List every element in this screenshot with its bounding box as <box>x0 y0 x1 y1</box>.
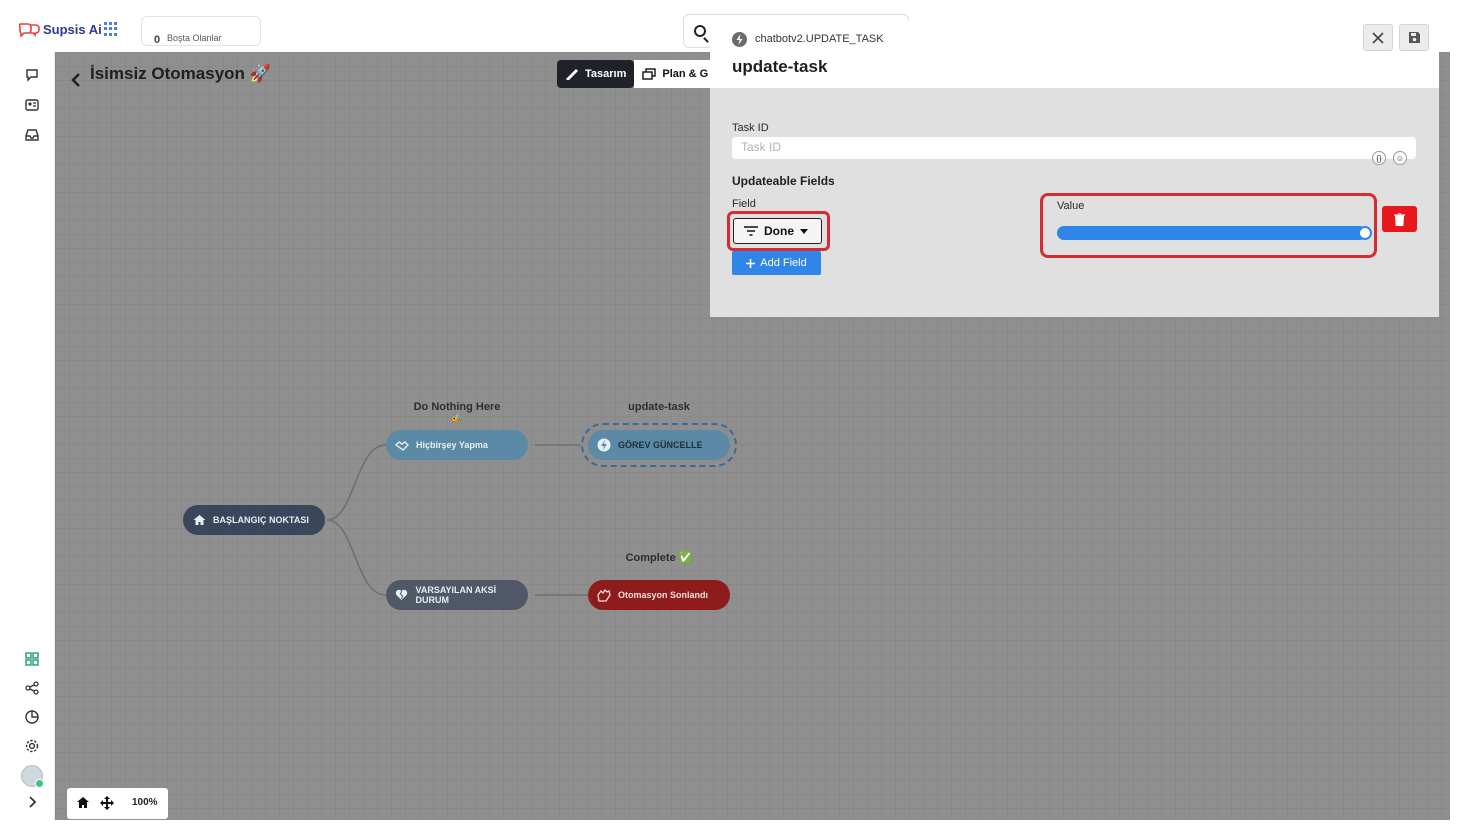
broken-heart-icon <box>395 588 409 602</box>
node-end[interactable]: Otomasyon Sonlandı <box>588 580 730 610</box>
trash-icon <box>1394 212 1405 226</box>
bolt-type-icon <box>732 32 747 47</box>
task-id-label: Task ID <box>732 122 769 134</box>
node-type: chatbotv2.UPDATE_TASK <box>755 33 884 45</box>
brand-logo[interactable]: Supsis Ai <box>18 21 102 38</box>
field-label: Field <box>732 198 756 210</box>
search-icon <box>694 25 706 37</box>
home-icon <box>192 513 206 527</box>
idle-agents-widget[interactable]: 0 Boşta Olanlar <box>141 16 261 46</box>
app-window: Supsis Ai 0 Boşta Olanlar İsimsiz Otomas… <box>10 10 1450 820</box>
node-start-label: BAŞLANGIÇ NOKTASI <box>213 515 309 525</box>
reports-icon[interactable] <box>23 708 41 726</box>
task-id-input[interactable] <box>732 137 1416 159</box>
save-button[interactable] <box>1399 24 1429 51</box>
value-label: Value <box>1057 200 1085 212</box>
node-settings-panel: chatbotv2.UPDATE_TASK update-task Task I… <box>710 20 1439 317</box>
node-default-else[interactable]: VARSAYILAN AKSİ DURUM <box>386 580 528 610</box>
inbox-icon[interactable] <box>23 126 41 144</box>
waving-hand-icon <box>597 588 611 602</box>
save-icon <box>1408 32 1420 43</box>
node-update-task[interactable]: GÖREV GÜNCELLE <box>588 430 730 460</box>
left-sidebar <box>10 52 55 820</box>
edge-start-nothing <box>326 444 387 521</box>
updateable-fields-title: Updateable Fields <box>732 174 835 188</box>
plus-icon <box>746 258 756 268</box>
bee-emoji: 🐝 <box>451 414 463 424</box>
node-do-nothing-label: Hiçbirşey Yapma <box>416 440 488 450</box>
node-update-label: GÖREV GÜNCELLE <box>618 440 703 450</box>
delete-field-button[interactable] <box>1382 206 1417 232</box>
bolt-icon <box>597 438 611 452</box>
field-select-value: Done <box>764 224 794 238</box>
chat-icon[interactable] <box>23 66 41 84</box>
dashboard-icon[interactable] <box>23 650 41 668</box>
node-end-label: Otomasyon Sonlandı <box>618 590 709 600</box>
panel-title[interactable]: update-task <box>732 57 827 77</box>
value-toggle-knob[interactable] <box>1358 226 1372 240</box>
node-start[interactable]: BAŞLANGIÇ NOKTASI <box>183 505 325 535</box>
node-default-label: VARSAYILAN AKSİ DURUM <box>415 585 497 605</box>
settings-icon[interactable] <box>23 737 41 755</box>
field-select[interactable]: Done <box>733 218 822 244</box>
edge-start-default <box>326 519 387 596</box>
caption-update-task: update-task <box>628 401 690 413</box>
share-icon[interactable] <box>23 679 41 697</box>
user-avatar[interactable] <box>21 765 44 788</box>
caption-do-nothing: Do Nothing Here 🐝 <box>413 401 501 424</box>
apps-grid-icon[interactable] <box>104 22 118 36</box>
expand-sidebar-icon[interactable] <box>23 793 41 811</box>
value-toggle-track[interactable] <box>1057 226 1367 240</box>
idle-label: Boşta Olanlar <box>167 33 222 43</box>
handshake-icon <box>395 438 409 452</box>
panel-header: chatbotv2.UPDATE_TASK update-task <box>710 20 1439 88</box>
node-do-nothing[interactable]: Hiçbirşey Yapma <box>386 430 528 460</box>
close-button[interactable] <box>1363 24 1393 51</box>
fit-view-icon[interactable] <box>99 795 115 816</box>
home-view-icon[interactable] <box>76 796 90 814</box>
emoji-icon[interactable]: ☺ <box>1393 151 1407 165</box>
zoom-level[interactable]: 100% <box>132 797 158 808</box>
code-braces-icon[interactable]: {} <box>1372 151 1386 165</box>
caption-complete: Complete ✅ <box>625 552 693 564</box>
caret-down-icon <box>800 228 808 234</box>
idle-count: 0 <box>154 34 161 46</box>
close-icon <box>1372 31 1384 44</box>
add-field-label: Add Field <box>760 257 807 269</box>
filter-icon <box>744 226 758 236</box>
canvas-controls: 100% <box>67 788 168 819</box>
brand-name: Supsis Ai <box>43 21 102 37</box>
contacts-icon[interactable] <box>23 96 41 114</box>
add-field-button[interactable]: Add Field <box>732 251 821 275</box>
task-id-placeholder: Task ID <box>741 140 782 154</box>
logo-icon <box>18 21 40 38</box>
